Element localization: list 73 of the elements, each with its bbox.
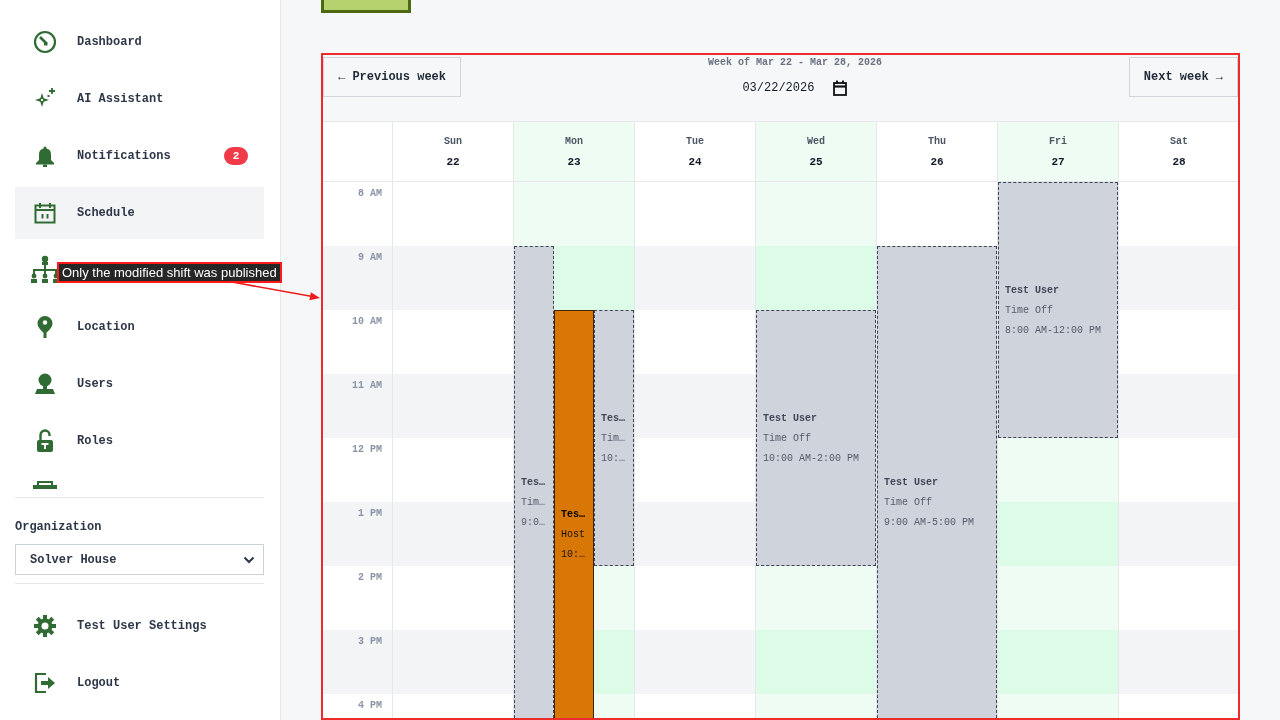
day-date: 28 [1172, 154, 1186, 169]
day-date: 24 [688, 154, 702, 169]
event-time: 10:… [601, 452, 625, 466]
event-type: Host [561, 528, 585, 542]
sidebar-item[interactable]: AI Assistant [15, 73, 264, 125]
event-time: 10:00 AM-2:00 PM [763, 452, 859, 466]
notification-badge: 2 [224, 147, 248, 165]
day-name: Thu [928, 134, 946, 149]
organization-label: Organization [15, 519, 102, 535]
event-type: Time Off [1005, 304, 1053, 318]
previous-week-button[interactable]: ← Previous week [323, 57, 462, 97]
time-off-block[interactable]: Test User Time Off 8:00 AM-12:00 PM [998, 182, 1118, 438]
hour-label: 10 AM [352, 316, 382, 328]
hour-label: 1 PM [358, 508, 382, 520]
day-name: Wed [807, 134, 825, 149]
event-title: Tes… [601, 412, 625, 426]
event-type: Time Off [884, 496, 932, 510]
time-off-block[interactable]: Tes… Tim… 9:0… [514, 246, 554, 718]
event-time: 9:00 AM-5:00 PM [884, 516, 974, 530]
time-off-block[interactable]: Tes… Tim… 10:… [594, 310, 634, 566]
day-date: 25 [809, 154, 823, 169]
sidebar-item[interactable]: Logout [15, 657, 264, 709]
sidebar-item[interactable]: Roles [15, 415, 264, 467]
event-time: 8:00 AM-12:00 PM [1005, 324, 1101, 338]
day-name: Fri [1049, 134, 1067, 149]
time-off-block[interactable]: Test User Time Off 9:00 AM-5:00 PM [877, 246, 997, 718]
sidebar-item[interactable]: Users [15, 358, 264, 410]
user-icon [33, 372, 57, 396]
tooltip: Only the modified shift was published [57, 262, 282, 283]
sidebar-item[interactable]: Location [15, 301, 264, 353]
day-name: Mon [565, 134, 583, 149]
day-date: 27 [1051, 154, 1065, 169]
sidebar-item[interactable]: Dashboard [15, 16, 264, 68]
event-type: Tim… [601, 432, 625, 446]
gauge-icon [33, 30, 57, 54]
bell-icon [33, 144, 57, 168]
day-date: 22 [446, 154, 460, 169]
event-type: Time Off [763, 432, 811, 446]
organization-select[interactable]: Solver House [15, 544, 264, 575]
logout-icon [33, 671, 57, 695]
day-name: Sun [444, 134, 462, 149]
chevron-down-icon [243, 554, 255, 565]
event-time: 10:… [561, 548, 585, 562]
time-off-block[interactable]: Test User Time Off 10:00 AM-2:00 PM [756, 310, 876, 566]
shift-block[interactable]: Tes… Host 10:… [554, 310, 594, 718]
event-title: Test User [763, 412, 817, 426]
event-title: Test User [1005, 284, 1059, 298]
day-date: 26 [930, 154, 944, 169]
hour-label: 11 AM [352, 380, 382, 392]
day-name: Tue [686, 134, 704, 149]
calendar-icon [33, 201, 57, 225]
event-title: Tes… [521, 476, 545, 490]
hour-label: 9 AM [358, 252, 382, 264]
event-time: 9:0… [521, 516, 545, 530]
next-week-button[interactable]: Next week → [1128, 57, 1238, 97]
hour-label: 4 PM [358, 700, 382, 712]
event-title: Tes… [561, 508, 585, 522]
hour-label: 2 PM [358, 572, 382, 584]
hour-label: 3 PM [358, 636, 382, 648]
sidebar-item[interactable]: Notifications 2 [15, 130, 264, 182]
day-name: Sat [1170, 134, 1188, 149]
calendar-icon [833, 80, 848, 96]
event-type: Tim… [521, 496, 545, 510]
hour-label: 8 AM [358, 188, 382, 200]
date-field[interactable]: 03/22/2026 [742, 76, 848, 100]
sidebar-item[interactable]: Test User Settings [15, 600, 264, 652]
event-title: Test User [884, 476, 938, 490]
hour-label: 12 PM [352, 444, 382, 456]
cropped-icon [33, 481, 57, 489]
day-date: 23 [567, 154, 581, 169]
week-label: Week of Mar 22 - Mar 28, 2026 [707, 57, 882, 69]
sidebar-item[interactable]: Schedule [15, 187, 264, 239]
cropped-button[interactable] [321, 0, 411, 13]
